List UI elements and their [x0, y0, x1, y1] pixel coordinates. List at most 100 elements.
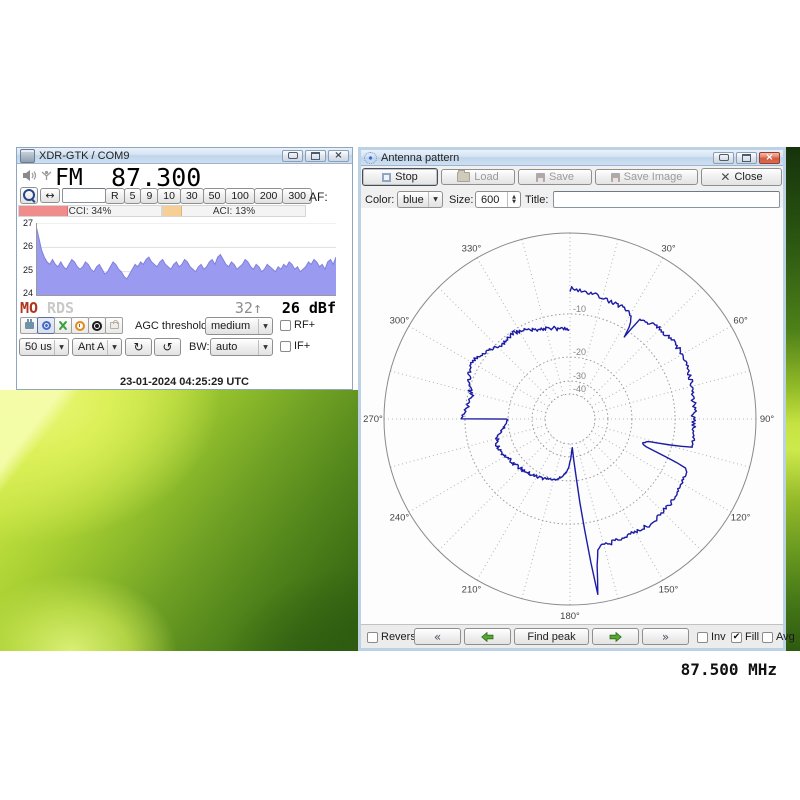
polar-angle-label: 30° [661, 243, 676, 254]
x-icon: ✕ [720, 171, 730, 183]
polar-radial-label: -20 [573, 347, 586, 357]
xdr-window-title: XDR-GTK / COM9 [39, 150, 129, 162]
maximize-button[interactable] [305, 150, 326, 162]
pattern-bottombar: Reverse « Find peak » Inv ✔ [361, 624, 783, 648]
antenna-window-controls: × [713, 152, 780, 164]
xdr-titlebar[interactable]: XDR-GTK / COM9 × [17, 148, 352, 164]
if-checkbox-label: IF+ [294, 340, 310, 352]
fill-checkbox[interactable]: ✔ Fill [731, 631, 759, 643]
rotate-ccw-button[interactable]: ↺ [154, 338, 181, 356]
cut-audio-button[interactable] [54, 317, 72, 334]
step-button-r[interactable]: R [105, 188, 125, 204]
title-input[interactable] [553, 191, 780, 208]
step-button-50[interactable]: 50 [203, 188, 227, 204]
polar-spoke [588, 437, 702, 551]
af-label: AF: [309, 190, 328, 204]
spinner-arrows[interactable]: ▲ ▼ [507, 192, 520, 207]
scissors-icon [58, 321, 68, 331]
connect-button[interactable] [20, 317, 38, 334]
antenna-window: Antenna pattern × Stop Load Save Save Im… [358, 147, 786, 651]
agc-dropdown[interactable]: medium ▼ [205, 317, 273, 335]
polar-angle-label: 90° [760, 414, 775, 425]
bw-label: BW: [189, 341, 210, 353]
antenna-dropdown[interactable]: Ant A ▼ [72, 338, 122, 356]
close-pattern-button-label: Close [734, 171, 762, 183]
title-label: Title: [525, 194, 548, 206]
plug-icon [25, 322, 34, 329]
close-button[interactable]: × [328, 150, 349, 162]
antenna-titlebar[interactable]: Antenna pattern × [361, 150, 783, 166]
chevron-down-icon: ▼ [428, 192, 442, 207]
polar-radial-label: -10 [573, 304, 586, 314]
stop-button-label: Stop [395, 171, 418, 183]
stop-button[interactable]: Stop [362, 168, 438, 186]
polar-angle-label: 210° [462, 585, 482, 596]
inv-checkbox[interactable]: Inv [697, 631, 726, 643]
antenna-pattern-trace [461, 287, 696, 595]
step-button-300[interactable]: 300 [282, 188, 312, 204]
minimize-button[interactable] [282, 150, 303, 162]
step-toggle-button[interactable]: ↔ [40, 188, 60, 203]
avg-checkbox[interactable]: Avg [762, 631, 795, 643]
frequency-input[interactable] [62, 188, 106, 203]
pattern-app-icon [364, 152, 377, 164]
step-button-10[interactable]: 10 [157, 188, 181, 204]
polar-spoke [582, 441, 663, 580]
jump-forward-button[interactable]: » [642, 628, 689, 645]
rotate-right-button[interactable] [592, 628, 639, 645]
aci-progressbar: ACI: 13% [162, 205, 306, 217]
color-value: blue [398, 194, 428, 206]
inv-checkbox-box [697, 632, 708, 643]
step-button-9[interactable]: 9 [140, 188, 158, 204]
floppy-icon [611, 173, 620, 182]
step-button-30[interactable]: 30 [180, 188, 204, 204]
spin-down-icon[interactable]: ▼ [512, 200, 516, 205]
close-button[interactable]: × [759, 152, 780, 164]
step-button-5[interactable]: 5 [124, 188, 142, 204]
deemphasis-dropdown[interactable]: 50 us ▼ [19, 338, 69, 356]
scan-search-button[interactable] [20, 187, 38, 204]
radio-app-icon [20, 149, 35, 163]
polar-angle-label: 240° [390, 513, 410, 524]
minimize-icon [719, 154, 729, 161]
rf-checkbox-box [280, 320, 291, 331]
maximize-button[interactable] [736, 152, 757, 164]
monitor-button[interactable] [88, 317, 106, 334]
record-button[interactable] [105, 317, 123, 334]
save-button-label: Save [549, 171, 574, 183]
ytick-26: 26 [19, 241, 33, 251]
rotate-left-button[interactable] [464, 628, 511, 645]
agc-value: medium [206, 320, 258, 332]
maximize-icon [311, 152, 320, 160]
jump-back-button[interactable]: « [414, 628, 461, 645]
step-button-100[interactable]: 100 [225, 188, 255, 204]
if-checkbox[interactable]: IF+ [280, 340, 310, 352]
save-image-button-label: Save Image [624, 171, 683, 183]
fill-checkbox-box: ✔ [731, 632, 742, 643]
step-button-200[interactable]: 200 [254, 188, 284, 204]
load-button[interactable]: Load [441, 169, 515, 185]
speaker-icon[interactable] [22, 169, 37, 182]
polar-angle-label: 300° [390, 316, 410, 327]
rf-checkbox[interactable]: RF+ [280, 319, 315, 331]
color-label: Color: [365, 194, 394, 206]
close-pattern-button[interactable]: ✕ Close [701, 168, 782, 186]
scan-mode-button[interactable] [37, 317, 55, 334]
find-peak-button[interactable]: Find peak [514, 628, 589, 645]
aci-label: ACI: 13% [163, 206, 305, 216]
save-button[interactable]: Save [518, 169, 592, 185]
minimize-button[interactable] [713, 152, 734, 164]
xdr-window: XDR-GTK / COM9 × FM 87.300 ↔ R 5 9 [16, 147, 353, 390]
save-image-button[interactable]: Save Image [595, 169, 698, 185]
size-spinner[interactable]: 600 ▲ ▼ [475, 191, 521, 208]
bw-dropdown[interactable]: auto ▼ [210, 338, 273, 356]
step-buttons: R 5 9 10 30 50 100 200 300 [106, 188, 312, 204]
rotate-cw-button[interactable]: ↻ [125, 338, 152, 356]
green-left-arrow-icon [481, 632, 494, 642]
chevron-down-icon: ▼ [258, 340, 272, 355]
polar-spoke [594, 425, 750, 467]
clock-icon [75, 321, 85, 331]
wallpaper-leaf-strip [786, 147, 800, 651]
scheduler-button[interactable] [71, 317, 89, 334]
color-dropdown[interactable]: blue ▼ [397, 191, 443, 208]
